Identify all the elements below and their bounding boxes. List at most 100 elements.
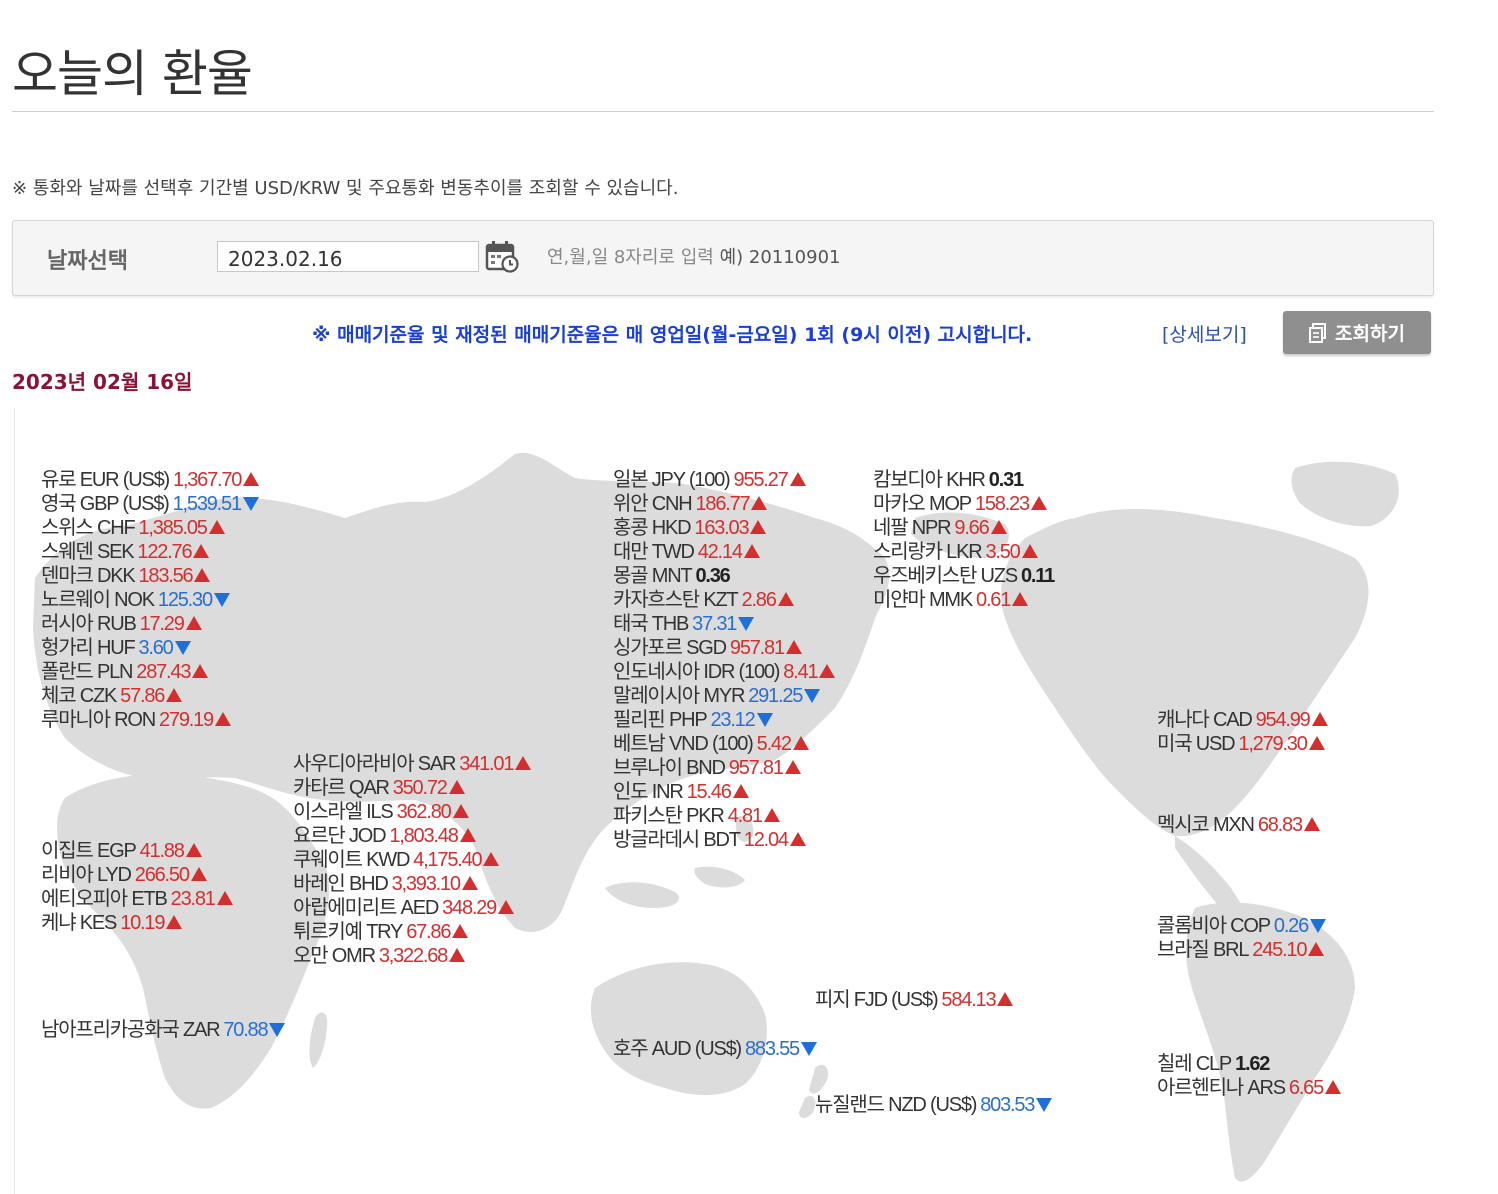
- currency-rate: 125.30: [157, 589, 213, 611]
- currency-rate: 1.62: [1235, 1053, 1270, 1075]
- up-arrow-icon: [515, 755, 532, 770]
- down-arrow-icon: [1310, 918, 1327, 933]
- down-arrow-icon: [800, 1041, 817, 1056]
- currency-rate: 955.27: [733, 469, 789, 491]
- up-arrow-icon: [449, 947, 466, 962]
- currency-rate: 186.77: [695, 493, 751, 515]
- down-arrow-icon: [213, 592, 230, 607]
- currency-name: 스리랑카 LKR: [873, 541, 983, 563]
- world-map-area: 유로 EUR (US$) 1,367.70 영국 GBP (US$) 1,539.51…: [14, 408, 1438, 1194]
- up-arrow-icon: [448, 779, 465, 794]
- up-arrow-icon: [192, 663, 209, 678]
- currency-name: 스웨덴 SEK: [41, 541, 135, 563]
- currency-name: 케냐 KES: [41, 912, 117, 934]
- date-select-panel: 날짜선택 연,월,일 8자리로 입력 예) 20110901: [12, 220, 1434, 296]
- currency-rate: 341.01: [459, 753, 514, 775]
- up-arrow-icon: [763, 807, 780, 822]
- currency-name: 대만 TWD: [613, 541, 695, 563]
- up-arrow-icon: [185, 615, 202, 630]
- currency-rate: 362.80: [396, 801, 452, 823]
- rate-row: 방글라데시 BDT 12.04: [613, 828, 835, 852]
- up-arrow-icon: [819, 663, 836, 678]
- up-arrow-icon: [1311, 711, 1328, 726]
- currency-name: 말레이시아 MYR: [613, 685, 745, 707]
- rate-row: 위안 CNH 186.77: [613, 492, 835, 516]
- up-arrow-icon: [243, 471, 260, 486]
- currency-name: 멕시코 MXN: [1157, 814, 1255, 836]
- up-arrow-icon: [193, 543, 210, 558]
- currency-name: 폴란드 PLN: [41, 661, 133, 683]
- currency-name: 유로 EUR (US$): [41, 469, 170, 491]
- rate-row: 호주 AUD (US$) 883.55: [613, 1037, 817, 1061]
- up-arrow-icon: [1325, 1079, 1342, 1094]
- currency-name: 브라질 BRL: [1157, 939, 1249, 961]
- currency-rate: 0.36: [695, 565, 730, 587]
- rate-row: 쿠웨이트 KWD 4,175.40: [293, 848, 531, 872]
- down-arrow-icon: [242, 496, 259, 511]
- rates-group-new-zealand: 뉴질랜드 NZD (US$) 803.53: [815, 1093, 1053, 1117]
- rate-row: 홍콩 HKD 163.03: [613, 516, 835, 540]
- up-arrow-icon: [214, 711, 231, 726]
- rate-row: 오만 OMR 3,322.68: [293, 944, 531, 968]
- currency-name: 바레인 BHD: [293, 873, 389, 895]
- rate-row: 케냐 KES 10.19: [41, 911, 233, 935]
- up-arrow-icon: [732, 783, 749, 798]
- date-input-hint: 연,월,일 8자리로 입력 예) 20110901: [547, 243, 840, 269]
- currency-name: 방글라데시 BDT: [613, 829, 741, 851]
- currency-rate: 4,175.40: [413, 849, 482, 871]
- currency-rate: 41.88: [139, 840, 185, 862]
- notice-text: ※ 통화와 날짜를 선택후 기간별 USD/KRW 및 주요통화 변동추이를 조…: [12, 178, 679, 199]
- currency-name: 우즈베키스탄 UZS: [873, 565, 1018, 587]
- currency-rate: 42.14: [697, 541, 743, 563]
- currency-rate: 957.81: [728, 757, 784, 779]
- currency-rate: 954.99: [1255, 709, 1311, 731]
- currency-rate: 1,279.30: [1238, 733, 1307, 755]
- up-arrow-icon: [461, 875, 478, 890]
- rate-row: 인도 INR 15.46: [613, 780, 835, 804]
- up-arrow-icon: [789, 471, 806, 486]
- up-arrow-icon: [1021, 543, 1038, 558]
- rate-row: 캄보디아 KHR 0.31: [873, 468, 1054, 492]
- search-button[interactable]: 조회하기: [1283, 311, 1431, 354]
- currency-name: 마카오 MOP: [873, 493, 972, 515]
- currency-rate: 4.81: [727, 805, 763, 827]
- currency-name: 남아프리카공화국 ZAR: [41, 1019, 221, 1041]
- up-arrow-icon: [190, 866, 207, 881]
- rate-row: 리비아 LYD 266.50: [41, 863, 233, 887]
- currency-name: 헝가리 HUF: [41, 637, 136, 659]
- currency-name: 필리핀 PHP: [613, 709, 708, 731]
- date-select-label: 날짜선택: [47, 249, 128, 274]
- currency-rate: 1,803.48: [389, 825, 458, 847]
- rates-group-south-africa: 남아프리카공화국 ZAR 70.88: [41, 1018, 286, 1042]
- calendar-icon[interactable]: [485, 239, 519, 273]
- currency-rate: 23.81: [170, 888, 216, 910]
- detail-link[interactable]: [상세보기]: [1162, 320, 1247, 347]
- rate-row: 이스라엘 ILS 362.80: [293, 800, 531, 824]
- up-arrow-icon: [1012, 591, 1029, 606]
- currency-name: 덴마크 DKK: [41, 565, 136, 587]
- currency-rate: 12.04: [743, 829, 789, 851]
- currency-name: 일본 JPY (100): [613, 469, 731, 491]
- rate-row: 카타르 QAR 350.72: [293, 776, 531, 800]
- currency-rate: 70.88: [223, 1019, 268, 1041]
- currency-name: 피지 FJD (US$): [815, 989, 939, 1011]
- rate-row: 아랍에미리트 AED 348.29: [293, 896, 531, 920]
- currency-rate: 23.12: [710, 709, 755, 731]
- rate-row: 피지 FJD (US$) 584.13: [815, 988, 1014, 1012]
- currency-name: 베트남 VND (100): [613, 733, 754, 755]
- currency-rate: 3,322.68: [378, 945, 448, 967]
- currency-rate: 957.81: [729, 637, 785, 659]
- currency-rate: 5.42: [756, 733, 792, 755]
- currency-rate: 803.53: [980, 1094, 1035, 1116]
- currency-name: 루마니아 RON: [41, 709, 156, 731]
- currency-rate: 17.29: [139, 613, 185, 635]
- currency-name: 사우디아라비아 SAR: [293, 753, 456, 775]
- currency-name: 오만 OMR: [293, 945, 376, 967]
- up-arrow-icon: [194, 567, 211, 582]
- date-hint-example: 예) 20110901: [719, 247, 841, 268]
- rate-row: 대만 TWD 42.14: [613, 540, 835, 564]
- currency-rate: 0.31: [988, 469, 1024, 491]
- up-arrow-icon: [166, 914, 183, 929]
- date-input[interactable]: [217, 241, 479, 272]
- rate-row: 스웨덴 SEK 122.76: [41, 540, 259, 564]
